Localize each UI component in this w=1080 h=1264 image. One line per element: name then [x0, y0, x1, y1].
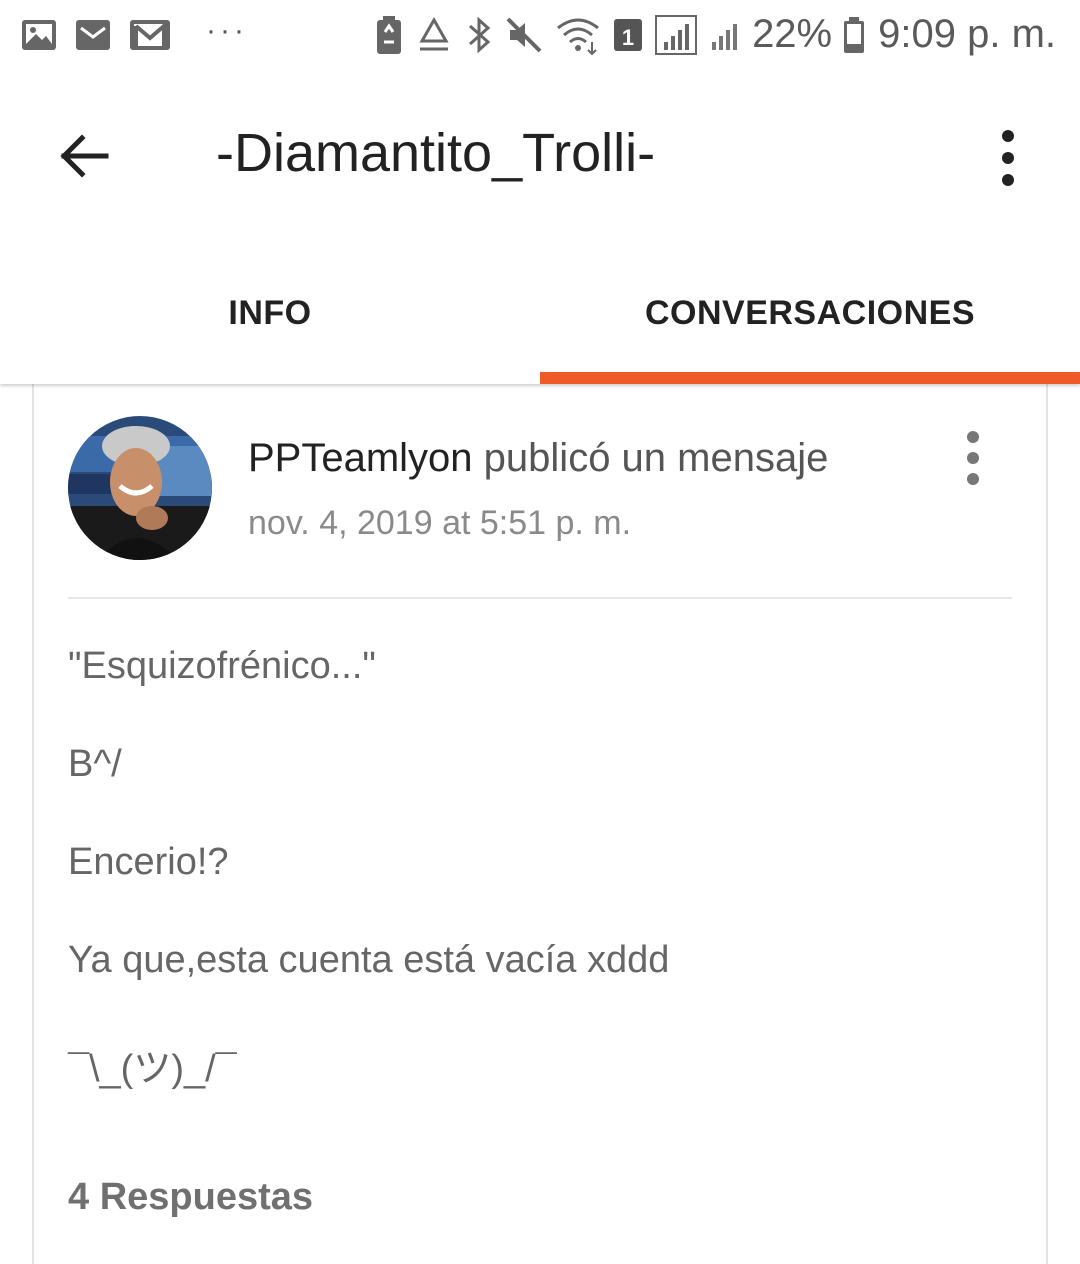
gallery-notification-icon [22, 20, 56, 50]
app-bar: -Diamantito_Trolli- [0, 78, 1080, 242]
avatar[interactable] [68, 416, 212, 560]
post-header: PPTeamlyon publicó un mensaje [248, 436, 828, 481]
battery-icon [844, 16, 865, 53]
page-title: -Diamantito_Trolli- [216, 123, 656, 183]
post-date: nov. 4, 2019 at 5:51 p. m. [248, 504, 632, 542]
message-line: B^/ [68, 743, 122, 785]
gmail-notification-icon [130, 20, 170, 50]
recycle-icon [419, 16, 449, 50]
avatar-image [68, 416, 212, 560]
battery-saver-icon [377, 15, 402, 54]
tab-conversaciones[interactable]: CONVERSACIONES [540, 242, 1080, 384]
divider [68, 597, 1012, 599]
post-overflow-menu-icon[interactable] [958, 430, 988, 486]
notification-icons: ··· [20, 14, 248, 56]
more-notifications-indicator: ··· [206, 14, 248, 47]
message-line: Encerio!? [68, 841, 229, 883]
back-arrow-icon[interactable] [56, 128, 112, 184]
message-line: Ya que,esta cuenta está vacía xddd [68, 939, 670, 981]
tab-conversaciones-label: CONVERSACIONES [644, 293, 976, 332]
post-action: publicó un mensaje [472, 436, 829, 480]
clock: 9:09 p. m. [878, 12, 1056, 56]
signal-sim1-icon [655, 14, 698, 55]
email-notification-icon [76, 20, 110, 50]
selected-tab-indicator [540, 372, 1080, 384]
post-author[interactable]: PPTeamlyon [248, 436, 473, 480]
battery-percent: 22% [752, 12, 833, 56]
system-icons: 1 22% 9:09 p. m. [364, 12, 1056, 57]
tab-info[interactable]: INFO [0, 242, 540, 384]
tab-info-label: INFO [228, 293, 312, 332]
overflow-menu-icon[interactable] [990, 128, 1026, 188]
bluetooth-icon [469, 16, 491, 53]
wifi-icon [557, 18, 599, 55]
status-bar: ··· 1 22% 9:09 p. m. [0, 0, 1080, 78]
message-line: "Esquizofrénico..." [68, 645, 376, 687]
message-line: ¯\_(ツ)_/¯ [68, 1048, 237, 1090]
tab-bar: INFO CONVERSACIONES [0, 242, 1080, 384]
sim-slot-icon: 1 [614, 18, 643, 51]
signal-sim2-icon [712, 23, 738, 50]
svg-text:1: 1 [622, 25, 634, 50]
replies-count[interactable]: 4 Respuestas [68, 1176, 313, 1219]
mute-icon [506, 17, 542, 52]
